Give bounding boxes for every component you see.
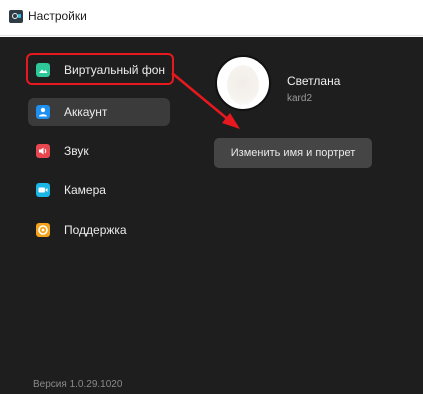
annotation-arrow [171, 72, 240, 129]
window-title: Настройки [28, 9, 87, 23]
settings-panel: Виртуальный фон Аккаунт Звук Камера Подд [0, 37, 423, 394]
app-icon [9, 10, 23, 23]
title-bar: Настройки [0, 0, 423, 36]
